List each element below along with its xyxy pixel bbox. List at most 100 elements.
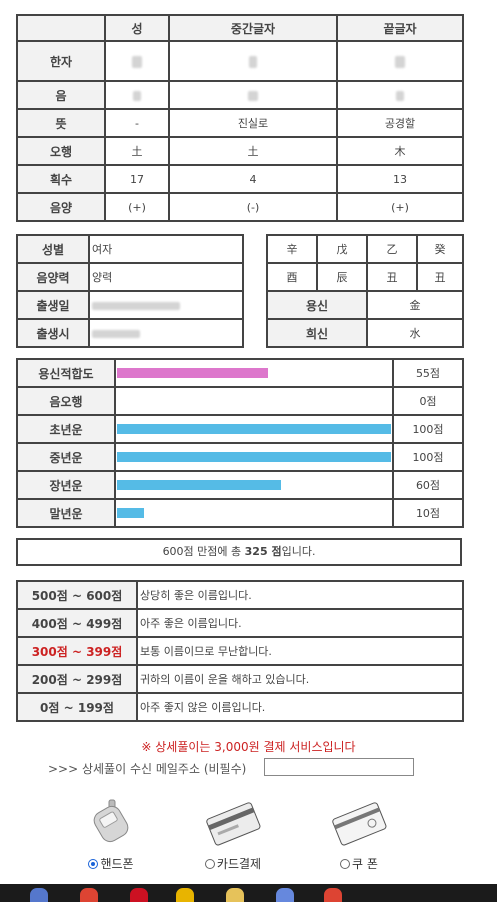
taskbar-kakao-icon[interactable] (176, 888, 194, 902)
score-bar (117, 452, 391, 462)
grade-range: 200점 ~ 299점 (16, 664, 138, 694)
hanja-last (336, 40, 464, 82)
score-table: 용신적합도 55점 음오행 0점 초년운 100점 중년운 100점 장년운 60점 말년운 10점 (16, 358, 464, 528)
branch-year: 酉 (266, 262, 318, 292)
corner-header (16, 14, 106, 42)
hanja-middle (168, 40, 338, 82)
huisin-label: 희신 (266, 318, 368, 348)
strokes-surname: 17 (104, 164, 170, 194)
grade-range: 300점 ~ 399점 (16, 636, 138, 666)
branch-hour: 丑 (416, 262, 464, 292)
card-radio[interactable] (204, 859, 215, 869)
grade-row: 400점 ~ 499점 아주 좋은 이름입니다. (16, 608, 464, 638)
score-bar (117, 368, 268, 378)
row-label-meaning: 뜻 (16, 108, 106, 138)
yinyang-last: (+) (336, 192, 464, 222)
total-score: 325 (244, 545, 268, 558)
hanja-surname (104, 40, 170, 82)
birthdate-label: 출생일 (16, 290, 90, 320)
payment-card[interactable]: 카드결제 (188, 798, 278, 872)
card-label: 카드결제 (216, 857, 262, 871)
grade-row: 500점 ~ 600점 상당히 좋은 이름입니다. (16, 580, 464, 610)
grade-desc: 상당히 좋은 이름입니다. (136, 580, 464, 610)
grade-desc: 아주 좋은 이름입니다. (136, 608, 464, 638)
row-label-sound: 음 (16, 80, 106, 110)
score-value: 55점 (392, 358, 464, 388)
row-label-element: 오행 (16, 136, 106, 166)
score-row: 초년운 100점 (16, 414, 464, 444)
score-bar-cell (114, 358, 394, 388)
branch-month: 辰 (316, 262, 368, 292)
meaning-surname: - (104, 108, 170, 138)
score-value: 100점 (392, 442, 464, 472)
score-value: 60점 (392, 470, 464, 500)
yinyang-middle: (-) (168, 192, 338, 222)
taskbar-chrome2-icon[interactable] (324, 888, 342, 902)
stem-day: 乙 (366, 234, 418, 264)
total-prefix: 600점 만점에 총 (162, 545, 245, 558)
taskbar-app-icon[interactable] (30, 888, 48, 902)
header-last: 끝글자 (336, 14, 464, 42)
phone-label: 핸드폰 (100, 857, 134, 871)
gender-label: 성별 (16, 234, 90, 264)
grade-row: 300점 ~ 399점 보통 이름이므로 무난합니다. (16, 636, 464, 666)
sound-last (336, 80, 464, 110)
coupon-label: 쿠 폰 (352, 857, 378, 871)
score-label: 음오행 (16, 386, 116, 416)
grade-row: 200점 ~ 299점 귀하의 이름이 운을 해하고 있습니다. (16, 664, 464, 694)
grade-desc: 보통 이름이므로 무난합니다. (136, 636, 464, 666)
taskbar-chrome-icon[interactable] (80, 888, 98, 902)
taskbar-opera-icon[interactable] (130, 888, 148, 902)
score-row: 용신적합도 55점 (16, 358, 464, 388)
yongsin-value: 金 (366, 290, 464, 320)
score-label: 중년운 (16, 442, 116, 472)
taskbar-user-icon[interactable] (276, 888, 294, 902)
sound-middle (168, 80, 338, 110)
score-bar-cell (114, 414, 394, 444)
meaning-last: 공경할 (336, 108, 464, 138)
score-label: 말년운 (16, 498, 116, 528)
score-value: 10점 (392, 498, 464, 528)
grade-table: 500점 ~ 600점 상당히 좋은 이름입니다. 400점 ~ 499점 아주 좋은… (16, 580, 464, 722)
score-label: 용신적합도 (16, 358, 116, 388)
huisin-value: 水 (366, 318, 464, 348)
score-bar-cell (114, 470, 394, 500)
header-middle: 중간글자 (168, 14, 338, 42)
payment-coupon[interactable]: 쿠 폰 (314, 798, 404, 872)
score-value: 0점 (392, 386, 464, 416)
score-row: 중년운 100점 (16, 442, 464, 472)
grade-range: 0점 ~ 199점 (16, 692, 138, 722)
stem-year: 辛 (266, 234, 318, 264)
score-bar (117, 480, 281, 490)
header-surname: 성 (104, 14, 170, 42)
element-middle: 土 (168, 136, 338, 166)
stem-hour: 癸 (416, 234, 464, 264)
grade-desc: 귀하의 이름이 운을 해하고 있습니다. (136, 664, 464, 694)
payment-phone[interactable]: 핸드폰 (66, 798, 156, 872)
grade-desc: 아주 좋지 않은 이름입니다. (136, 692, 464, 722)
coupon-radio[interactable] (340, 859, 351, 869)
score-bar (117, 508, 144, 518)
total-score-box: 600점 만점에 총 325 점입니다. (16, 538, 462, 566)
email-label: >>> 상세풀이 수신 메일주소 (비필수) (48, 762, 247, 776)
card-icon (206, 802, 261, 846)
row-label-yinyang: 음양 (16, 192, 106, 222)
score-row: 말년운 10점 (16, 498, 464, 528)
phone-radio[interactable] (88, 859, 99, 869)
taskbar (0, 884, 497, 902)
score-row: 음오행 0점 (16, 386, 464, 416)
calendar-label: 음양력 (16, 262, 90, 292)
birthtime-label: 출생시 (16, 318, 90, 348)
detail-service-notice: ※ 상세풀이는 3,000원 결제 서비스입니다 (141, 740, 356, 754)
birthdate-value (88, 290, 244, 320)
email-input[interactable] (264, 758, 414, 776)
taskbar-folder-icon[interactable] (226, 888, 244, 902)
row-label-strokes: 획수 (16, 164, 106, 194)
total-unit: 점 (267, 545, 282, 558)
sound-surname (104, 80, 170, 110)
stem-month: 戊 (316, 234, 368, 264)
coupon-icon (332, 802, 387, 846)
branch-day: 丑 (366, 262, 418, 292)
score-label: 초년운 (16, 414, 116, 444)
birthtime-value (88, 318, 244, 348)
